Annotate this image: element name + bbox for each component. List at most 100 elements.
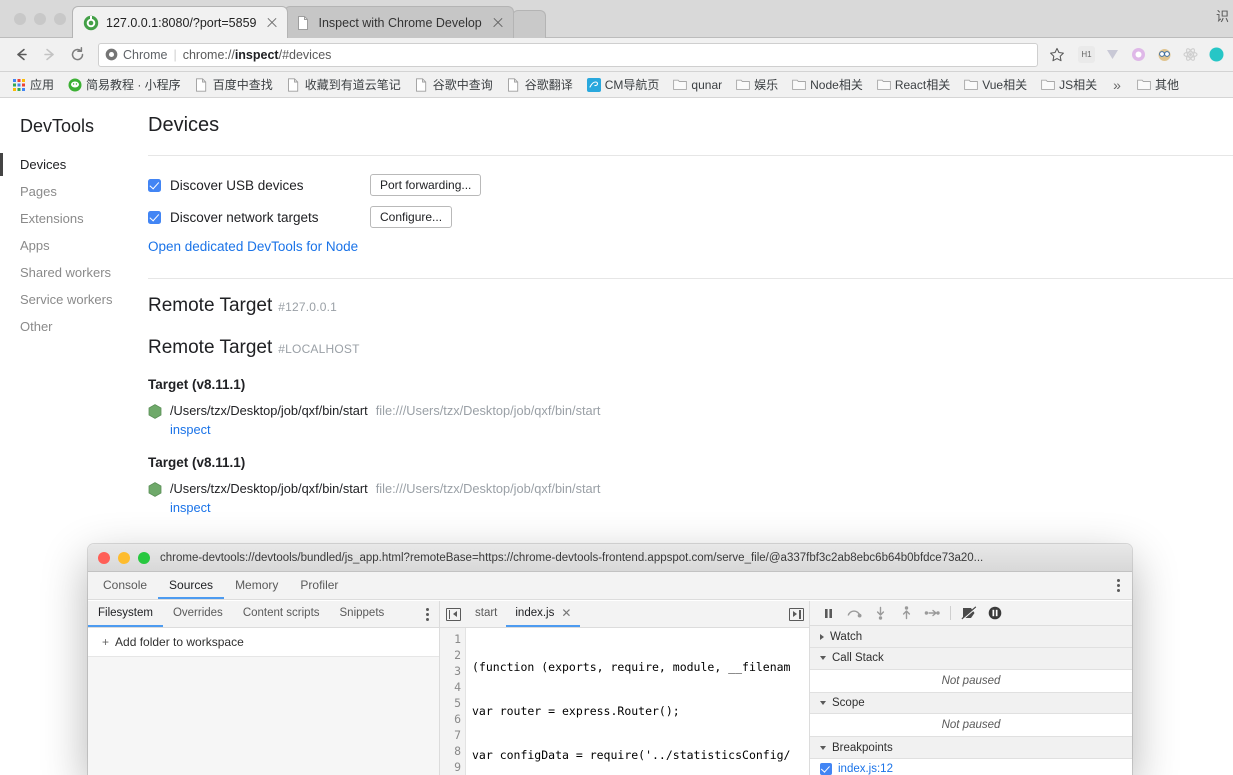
h1-extension-icon[interactable]: H1	[1078, 46, 1095, 63]
add-folder-to-workspace-button[interactable]: + Add folder to workspace	[88, 628, 439, 657]
navigator-tab-filesystem[interactable]: Filesystem	[88, 601, 163, 627]
devtools-close-button[interactable]	[98, 551, 110, 564]
sidebar-item-devices[interactable]: Devices	[0, 151, 140, 178]
close-tab-1-button[interactable]	[265, 16, 279, 30]
window-traffic-lights[interactable]	[14, 13, 66, 25]
inspect-link[interactable]: inspect	[170, 500, 600, 515]
panel-right-icon	[788, 607, 804, 621]
maximize-window-button[interactable]	[54, 13, 66, 25]
bookmark-jianyi-jiaocheng[interactable]: 简易教程 · 小程序	[62, 74, 187, 95]
bookmark-folder-js[interactable]: JS相关	[1035, 74, 1103, 95]
inspect-main-content: Devices Discover USB devices Port forwar…	[148, 98, 1233, 515]
bookmark-folder-qunar[interactable]: qunar	[667, 76, 728, 94]
glasses-extension-icon[interactable]	[1156, 46, 1173, 63]
step-icon[interactable]	[922, 603, 942, 623]
bookmark-cm-nav[interactable]: CM导航页	[581, 74, 666, 95]
step-into-icon[interactable]	[870, 603, 890, 623]
line-number-gutter: 1 2 3 4 5 6 7 8 9 10 11	[440, 628, 466, 775]
bookmark-apps[interactable]: 应用	[6, 74, 60, 95]
section-breakpoints[interactable]: Breakpoints	[810, 737, 1132, 760]
resume-pause-icon[interactable]	[818, 603, 838, 623]
address-bar[interactable]: Chrome | chrome://inspect/#devices	[98, 42, 1038, 67]
folder-icon	[1041, 78, 1055, 92]
discover-network-checkbox[interactable]	[148, 210, 161, 224]
close-editor-tab-icon[interactable]: ✕	[561, 606, 571, 620]
show-navigator-button[interactable]	[440, 601, 466, 627]
remote-target-title: Remote Target	[148, 295, 273, 316]
show-debugger-button[interactable]	[783, 601, 809, 627]
browser-tab-2[interactable]: Inspect with Chrome Develope	[284, 6, 515, 38]
sidebar-item-extensions[interactable]: Extensions	[0, 205, 140, 232]
reload-button[interactable]	[64, 42, 90, 68]
step-out-icon[interactable]	[896, 603, 916, 623]
panel-left-icon	[445, 607, 461, 621]
line-number: 1	[454, 632, 461, 646]
tab-sources[interactable]: Sources	[158, 572, 225, 599]
tab-memory[interactable]: Memory	[224, 572, 289, 599]
section-watch[interactable]: Watch	[810, 626, 1132, 649]
code-editor[interactable]: 1 2 3 4 5 6 7 8 9 10 11 (function (expor…	[440, 628, 809, 775]
line-number: 6	[454, 712, 461, 726]
bookmark-folder-entertainment[interactable]: 娱乐	[730, 74, 784, 95]
inspect-link[interactable]: inspect	[170, 422, 600, 437]
editor-tab-start[interactable]: start	[466, 601, 506, 627]
react-devtools-icon[interactable]	[1182, 46, 1199, 63]
section-call-stack[interactable]: Call Stack	[810, 648, 1132, 670]
close-window-button[interactable]	[14, 13, 26, 25]
devtools-maximize-button[interactable]	[138, 551, 150, 564]
bookmark-baidu-search[interactable]: 百度中查找	[189, 74, 279, 95]
devtools-main-menu-button[interactable]	[1105, 572, 1132, 599]
tab-console[interactable]: Console	[92, 572, 158, 599]
bookmark-google-translate[interactable]: 谷歌翻译	[501, 74, 579, 95]
navigator-tab-content-scripts[interactable]: Content scripts	[233, 601, 330, 627]
bookmark-label: 谷歌翻译	[524, 78, 573, 92]
bookmark-google-search[interactable]: 谷歌中查询	[409, 74, 499, 95]
bookmark-folder-node[interactable]: Node相关	[786, 74, 869, 95]
forward-button[interactable]	[36, 42, 62, 68]
discover-usb-checkbox[interactable]	[148, 178, 161, 192]
breakpoint-checkbox[interactable]	[820, 763, 832, 775]
new-tab-button[interactable]	[512, 10, 547, 38]
deactivate-breakpoints-icon[interactable]	[959, 603, 979, 623]
star-icon[interactable]	[1046, 44, 1068, 66]
configure-button[interactable]: Configure...	[370, 206, 453, 228]
port-forwarding-button[interactable]: Port forwarding...	[370, 174, 482, 196]
page-title: Devices	[148, 114, 220, 136]
back-button[interactable]	[8, 42, 34, 68]
open-dedicated-devtools-link[interactable]: Open dedicated DevTools for Node	[148, 239, 358, 254]
bookmark-label: 其他	[1154, 78, 1179, 92]
breakpoint-row[interactable]: index.js:12	[810, 759, 1132, 775]
pause-on-exceptions-icon[interactable]	[985, 603, 1005, 623]
remote-target-header-1: Remote Target #127.0.0.1	[148, 295, 1233, 317]
editor-tab-index-js[interactable]: index.js ✕	[506, 601, 581, 627]
teal-extension-icon[interactable]	[1208, 46, 1225, 63]
v-extension-icon[interactable]	[1104, 46, 1121, 63]
bookmark-youdao-note[interactable]: 收藏到有道云笔记	[281, 74, 407, 95]
devtools-minimize-button[interactable]	[118, 551, 130, 564]
sidebar-item-apps[interactable]: Apps	[0, 232, 140, 259]
line-number: 2	[454, 648, 461, 662]
section-scope[interactable]: Scope	[810, 692, 1132, 715]
close-tab-2-button[interactable]	[491, 16, 505, 30]
circle-extension-icon[interactable]	[1130, 46, 1147, 63]
browser-tab-2-title: Inspect with Chrome Develope	[318, 15, 483, 30]
navigator-tab-snippets[interactable]: Snippets	[330, 601, 395, 627]
sidebar-item-other[interactable]: Other	[0, 313, 140, 340]
target-row: /Users/tzx/Desktop/job/qxf/bin/start file…	[148, 402, 1233, 437]
sidebar-item-shared-workers[interactable]: Shared workers	[0, 259, 140, 286]
bookmarks-overflow-chevron-icon[interactable]: »	[1105, 77, 1129, 93]
navigator-more-button[interactable]	[416, 601, 439, 627]
devtools-window: chrome-devtools://devtools/bundled/js_ap…	[88, 544, 1132, 775]
browser-tab-1[interactable]: 127.0.0.1:8080/?port=5859	[72, 6, 289, 38]
bookmark-folder-other[interactable]: 其他	[1131, 74, 1185, 95]
toolbar-divider	[950, 606, 951, 621]
minimize-window-button[interactable]	[34, 13, 46, 25]
bookmark-folder-vue[interactable]: Vue相关	[958, 74, 1033, 95]
step-over-icon[interactable]	[844, 603, 864, 623]
sidebar-item-service-workers[interactable]: Service workers	[0, 286, 140, 313]
navigator-tab-overrides[interactable]: Overrides	[163, 601, 233, 627]
tab-profiler[interactable]: Profiler	[289, 572, 349, 599]
bookmark-folder-react[interactable]: React相关	[871, 74, 956, 95]
sidebar-item-pages[interactable]: Pages	[0, 178, 140, 205]
devtools-traffic-lights[interactable]	[98, 551, 150, 564]
